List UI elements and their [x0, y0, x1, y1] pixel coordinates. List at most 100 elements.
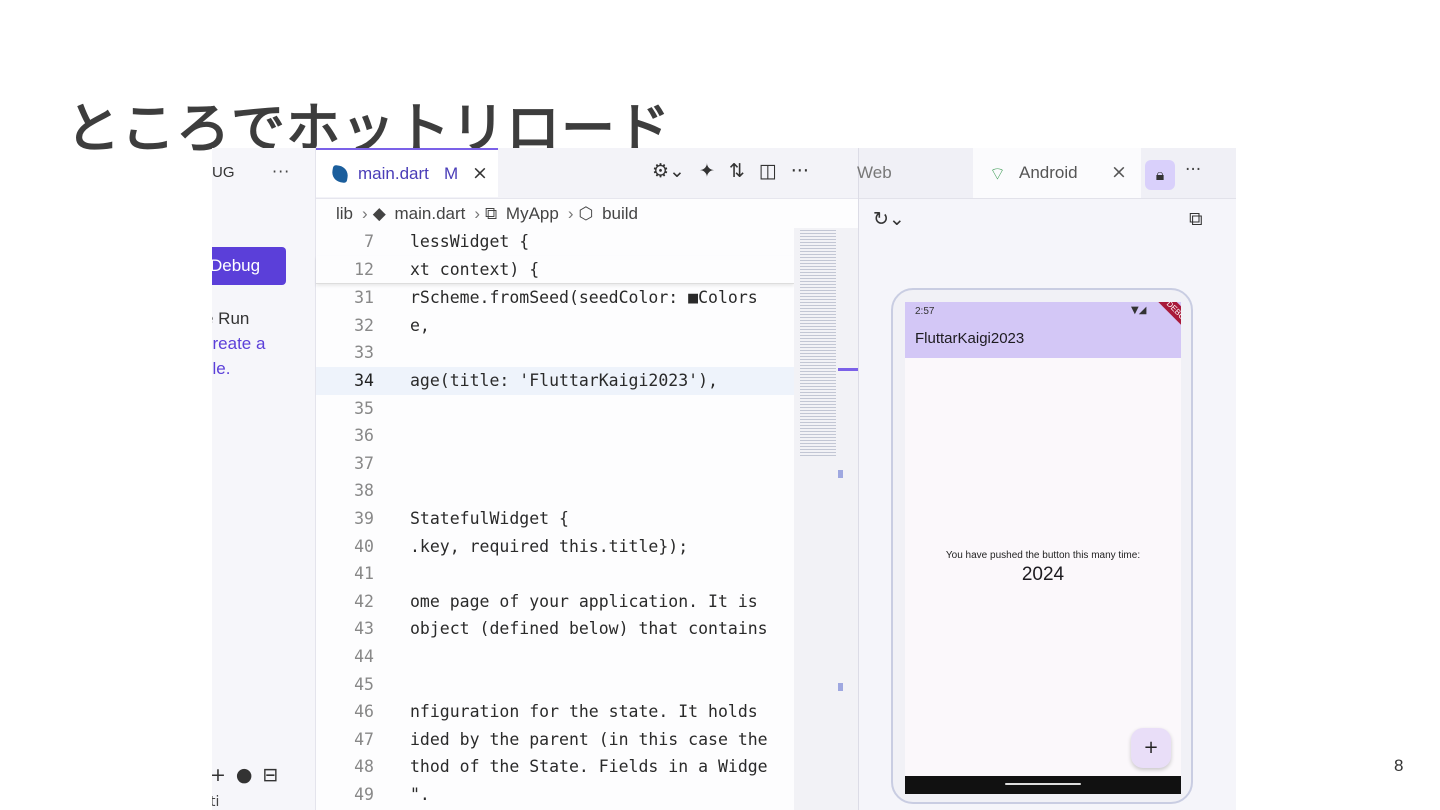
minimap-marker [838, 683, 843, 691]
code-line: 40 .key, required this.title}); [316, 533, 794, 561]
collapse-icon[interactable]: ⊟ [263, 764, 279, 786]
code-line: 12 xt context) { [316, 256, 794, 285]
panel-header: UG [212, 164, 235, 181]
source-control-icon[interactable]: ⇅ [729, 160, 745, 182]
more-icon[interactable]: ··· [791, 160, 809, 182]
code-line: 38 [316, 477, 794, 505]
code-line: 47 ided by the parent (in this case the [316, 726, 794, 754]
dart-icon [330, 164, 350, 184]
run-debug-panel: UG ··· Debug e Run create a file. + ● ⊟ ti [212, 148, 316, 810]
line-number: 43 [354, 619, 374, 639]
run-debug-icon[interactable]: ⚙⌄ [652, 160, 685, 182]
code-editor: main.dart M × ⚙⌄ ✦ ⇅ ◫ ··· lib › ◆ main.dart › ⧉… [316, 148, 858, 810]
line-number: 7 [364, 232, 374, 251]
open-external-icon[interactable]: ⧉ [1189, 208, 1203, 230]
line-number: 32 [354, 315, 374, 335]
code-line-active: 34 age(title: 'FluttarKaigi2023'), [316, 366, 794, 395]
line-number: 41 [354, 564, 374, 584]
editor-toolbar: ⚙⌄ ✦ ⇅ ◫ ··· [652, 160, 823, 182]
code-line: 35 [316, 395, 794, 423]
debug-hint-text: e Run [212, 309, 250, 328]
line-number: 40 [354, 536, 374, 556]
method-icon: ⬡ [578, 204, 594, 223]
breadcrumb-file[interactable]: main.dart [395, 204, 466, 223]
reload-icon[interactable]: ↻⌄ [873, 208, 905, 230]
app-title: FluttarKaigi2023 [915, 330, 1025, 347]
line-number: 47 [354, 729, 374, 749]
code-line: 43 object (defined below) that contains [316, 615, 794, 643]
line-code: .key, required this.title}); [410, 536, 689, 556]
create-launch-link-2[interactable]: file. [212, 356, 265, 381]
chevron-right-icon: › [567, 204, 574, 223]
class-icon: ⧉ [485, 204, 498, 223]
lock-icon[interactable]: 🔒︎ [1145, 160, 1175, 190]
dart-icon: ◆ [372, 204, 386, 223]
increment-button[interactable]: + [1131, 728, 1171, 768]
line-code: ided by the parent (in this case the [410, 729, 768, 749]
add-icon[interactable]: + [212, 764, 226, 786]
tab-android-label: Android [1019, 163, 1078, 182]
line-code: rScheme.fromSeed(seedColor: ■Colors [410, 288, 758, 308]
code-line: 31 rScheme.fromSeed(seedColor: ■Colors [316, 284, 794, 312]
breadcrumb-folder[interactable]: lib [336, 204, 353, 223]
panel-bottom-toolbar: + ● ⊟ [212, 764, 288, 786]
code-line: 32 e, [316, 312, 794, 340]
minimap-content [800, 228, 836, 458]
tab-main-dart[interactable]: main.dart M × [316, 148, 498, 197]
code-line: 39 StatefulWidget { [316, 505, 794, 533]
counter-value: 2024 [1021, 564, 1065, 585]
sparkle-icon[interactable]: ✦ [699, 160, 715, 182]
breadcrumb-class[interactable]: MyApp [506, 204, 559, 223]
line-code: object (defined below) that contains [410, 619, 768, 639]
phone-screen: 2:57 ▼◢ FluttarKaigi2023 DEBUG You have … [905, 302, 1181, 794]
line-number: 46 [354, 702, 374, 722]
line-code: thod of the State. Fields in a Widge [410, 757, 768, 777]
phone-frame: 2:57 ▼◢ FluttarKaigi2023 DEBUG You have … [891, 288, 1193, 804]
counter-message: You have pushed the button this many tim… [945, 550, 1141, 561]
breadcrumb-method[interactable]: build [602, 204, 638, 223]
line-number: 49 [354, 784, 374, 804]
line-code: age(title: 'FluttarKaigi2023'), [410, 370, 718, 390]
line-number: 36 [354, 426, 374, 446]
line-code: xt context) { [410, 259, 540, 279]
chevron-right-icon: › [362, 204, 368, 223]
code-line: 49 ". [316, 781, 794, 809]
line-number: 31 [354, 288, 374, 308]
code-lines[interactable]: 7 lessWidget { 12 xt context) { 31 rScheme.… [316, 228, 794, 808]
panel-more-icon[interactable]: ··· [272, 162, 290, 181]
home-indicator[interactable] [1005, 783, 1081, 785]
debug-hint: e Run create a file. [212, 306, 265, 381]
line-number: 42 [354, 591, 374, 611]
code-line: 37 [316, 450, 794, 478]
run-and-debug-button[interactable]: Debug [212, 247, 286, 285]
minimap[interactable] [794, 228, 858, 810]
status-time: 2:57 [915, 306, 935, 317]
code-line: 7 lessWidget { [316, 228, 794, 256]
line-number: 34 [354, 370, 374, 390]
code-line: 44 [316, 643, 794, 671]
device-preview-panel: Web ⌔ Android × 🔒︎ ··· ↻⌄ ⧉ 2:57 ▼◢ Flut… [857, 148, 1236, 810]
chevron-right-icon: › [474, 204, 481, 223]
line-number: 12 [354, 259, 374, 279]
line-code: lessWidget { [410, 232, 530, 251]
line-code: StatefulWidget { [410, 508, 569, 528]
breakpoint-icon[interactable]: ● [236, 764, 253, 786]
app-bar: 2:57 ▼◢ FluttarKaigi2023 DEBUG [905, 302, 1181, 358]
tab-android[interactable]: ⌔ Android × [973, 148, 1141, 198]
split-editor-icon[interactable]: ◫ [759, 160, 777, 182]
create-launch-link[interactable]: create a [212, 331, 265, 356]
close-icon[interactable]: × [472, 162, 488, 184]
code-line: 45 [316, 671, 794, 699]
tab-web[interactable]: Web [857, 163, 892, 183]
line-code: ". [410, 784, 430, 804]
more-icon[interactable]: ··· [1185, 160, 1201, 180]
nav-bar [905, 776, 1181, 794]
line-number: 37 [354, 453, 374, 473]
signal-icon: ▼◢ [1131, 305, 1147, 316]
minimap-cursor-marker [838, 368, 858, 371]
tab-filename: main.dart [358, 164, 429, 183]
line-number: 33 [354, 343, 374, 363]
android-icon: ⌔ [989, 164, 1006, 185]
close-icon[interactable]: × [1111, 161, 1127, 183]
line-code: nfiguration for the state. It holds [410, 702, 758, 722]
